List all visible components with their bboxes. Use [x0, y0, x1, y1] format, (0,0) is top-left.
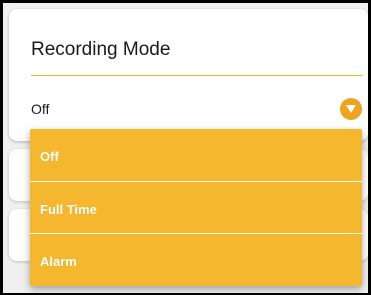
selected-value: Off: [31, 101, 50, 117]
window-frame: Recording Mode Off Off Full Time Alarm: [0, 0, 371, 295]
card-title: Recording Mode: [31, 39, 171, 60]
option-label: Off: [40, 149, 59, 164]
title-divider: [31, 75, 363, 76]
option-label: Full Time: [40, 202, 97, 217]
recording-mode-dropdown: Off Full Time Alarm: [30, 129, 362, 286]
dropdown-option-alarm[interactable]: Alarm: [30, 234, 362, 286]
recording-mode-select[interactable]: Off: [31, 97, 365, 123]
recording-mode-card: Recording Mode Off: [9, 9, 368, 141]
dropdown-option-off[interactable]: Off: [30, 129, 362, 181]
chevron-down-icon[interactable]: [340, 98, 362, 120]
dropdown-option-full-time[interactable]: Full Time: [30, 182, 362, 234]
option-label: Alarm: [40, 254, 77, 269]
